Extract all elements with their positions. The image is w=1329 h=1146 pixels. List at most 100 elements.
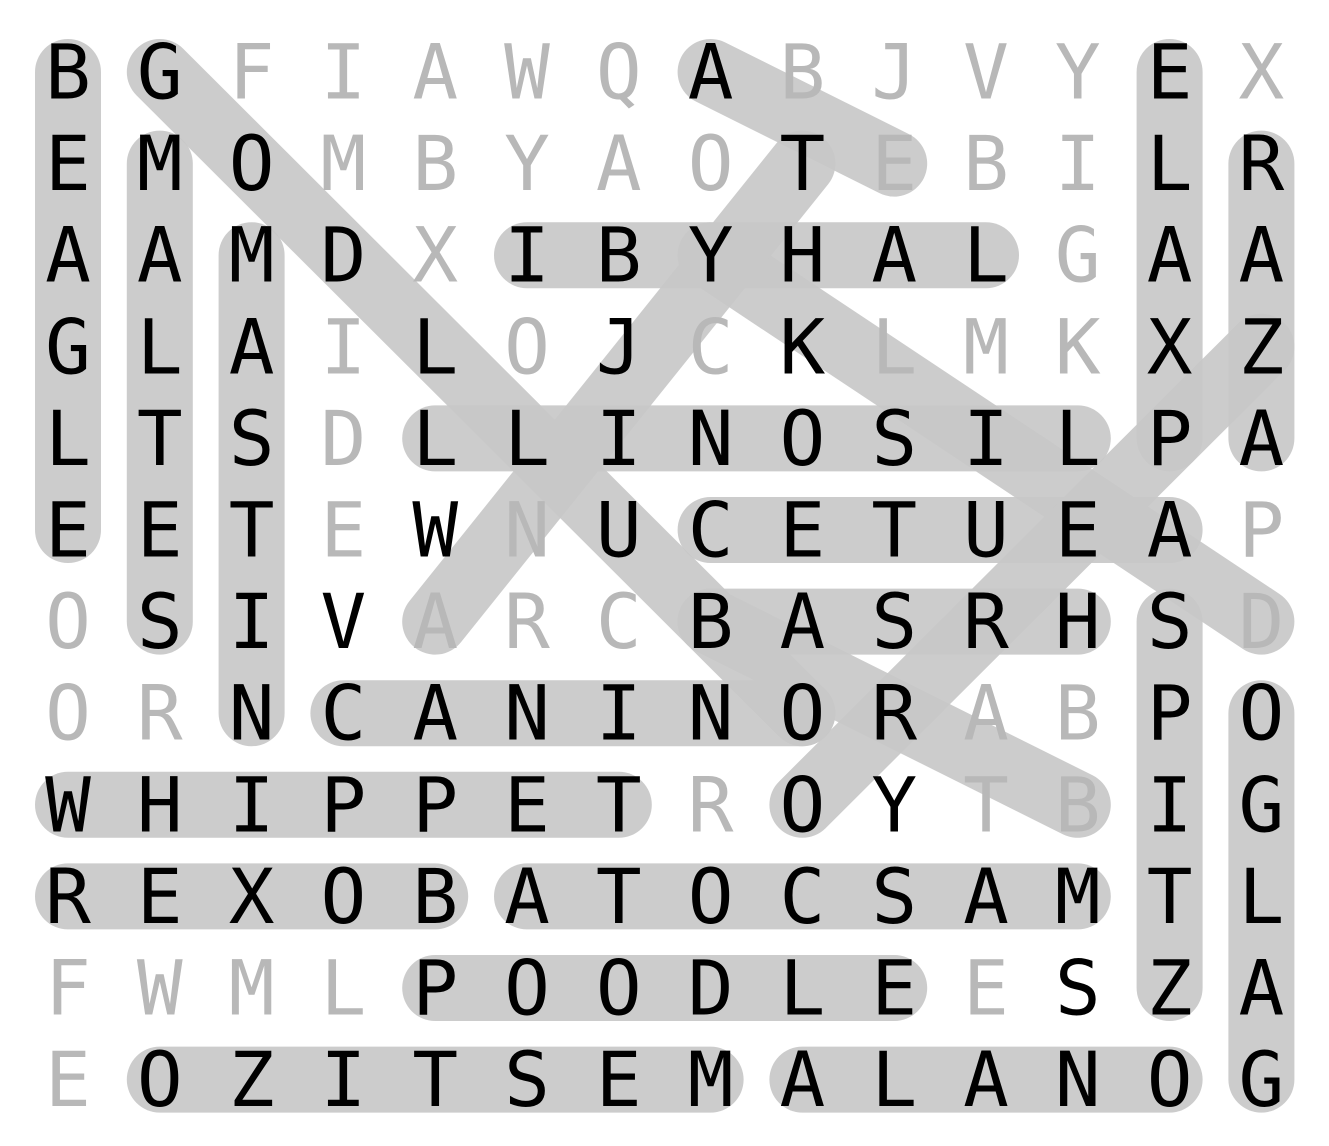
- grid-letter[interactable]: A: [412, 577, 458, 666]
- grid-letter[interactable]: T: [229, 486, 275, 575]
- grid-letter[interactable]: X: [412, 211, 458, 300]
- grid-letter[interactable]: A: [688, 28, 734, 117]
- grid-letter[interactable]: O: [1147, 1035, 1193, 1124]
- grid-letter[interactable]: R: [137, 669, 183, 758]
- grid-letter[interactable]: O: [688, 119, 734, 208]
- grid-letter[interactable]: O: [137, 1035, 183, 1124]
- grid-letter[interactable]: R: [45, 852, 91, 941]
- grid-letter[interactable]: S: [137, 577, 183, 666]
- grid-letter[interactable]: C: [321, 669, 367, 758]
- grid-letter[interactable]: E: [963, 944, 1009, 1033]
- grid-letter[interactable]: E: [871, 119, 917, 208]
- grid-letter[interactable]: O: [45, 577, 91, 666]
- grid-letter[interactable]: O: [780, 394, 826, 483]
- grid-letter[interactable]: A: [1239, 394, 1285, 483]
- grid-letter[interactable]: T: [1147, 852, 1193, 941]
- grid-letter[interactable]: E: [1147, 28, 1193, 117]
- grid-letter[interactable]: R: [1239, 119, 1285, 208]
- grid-letter[interactable]: H: [137, 760, 183, 849]
- grid-letter[interactable]: L: [1055, 394, 1101, 483]
- grid-letter[interactable]: A: [1239, 944, 1285, 1033]
- grid-letter[interactable]: B: [412, 852, 458, 941]
- grid-letter[interactable]: E: [596, 1035, 642, 1124]
- grid-letter[interactable]: L: [780, 944, 826, 1033]
- grid-letter[interactable]: O: [321, 852, 367, 941]
- grid-letter[interactable]: N: [1055, 1035, 1101, 1124]
- grid-letter[interactable]: I: [1055, 119, 1101, 208]
- grid-letter[interactable]: L: [321, 944, 367, 1033]
- grid-letter[interactable]: A: [780, 1035, 826, 1124]
- grid-letter[interactable]: O: [504, 302, 550, 391]
- grid-letter[interactable]: A: [871, 211, 917, 300]
- grid-letter[interactable]: Y: [688, 211, 734, 300]
- grid-letter[interactable]: I: [321, 1035, 367, 1124]
- grid-letter[interactable]: M: [137, 119, 183, 208]
- grid-letter[interactable]: P: [1147, 394, 1193, 483]
- grid-letter[interactable]: T: [963, 760, 1009, 849]
- grid-letter[interactable]: S: [871, 577, 917, 666]
- grid-letter[interactable]: M: [688, 1035, 734, 1124]
- grid-letter[interactable]: S: [229, 394, 275, 483]
- grid-letter[interactable]: T: [596, 760, 642, 849]
- grid-letter[interactable]: Y: [1055, 28, 1101, 117]
- grid-letter[interactable]: G: [1055, 211, 1101, 300]
- grid-letter[interactable]: I: [321, 28, 367, 117]
- grid-letter[interactable]: E: [321, 486, 367, 575]
- grid-letter[interactable]: P: [1147, 669, 1193, 758]
- grid-letter[interactable]: E: [780, 486, 826, 575]
- grid-letter[interactable]: O: [780, 760, 826, 849]
- grid-letter[interactable]: D: [321, 211, 367, 300]
- grid-letter[interactable]: A: [137, 211, 183, 300]
- grid-letter[interactable]: Y: [504, 119, 550, 208]
- grid-letter[interactable]: T: [412, 1035, 458, 1124]
- grid-letter[interactable]: L: [871, 302, 917, 391]
- grid-letter[interactable]: G: [45, 302, 91, 391]
- grid-letter[interactable]: G: [1239, 760, 1285, 849]
- grid-letter[interactable]: S: [1147, 577, 1193, 666]
- grid-letter[interactable]: E: [137, 852, 183, 941]
- grid-letter[interactable]: U: [963, 486, 1009, 575]
- grid-letter[interactable]: L: [504, 394, 550, 483]
- grid-letter[interactable]: B: [596, 211, 642, 300]
- grid-letter[interactable]: T: [596, 852, 642, 941]
- grid-letter[interactable]: T: [137, 394, 183, 483]
- grid-letter[interactable]: X: [229, 852, 275, 941]
- grid-letter[interactable]: Q: [596, 28, 642, 117]
- grid-letter[interactable]: A: [1239, 211, 1285, 300]
- grid-letter[interactable]: C: [596, 577, 642, 666]
- grid-letter[interactable]: S: [871, 852, 917, 941]
- grid-letter[interactable]: N: [688, 394, 734, 483]
- grid-letter[interactable]: W: [45, 760, 91, 849]
- grid-letter[interactable]: L: [1239, 852, 1285, 941]
- grid-letter[interactable]: P: [412, 944, 458, 1033]
- grid-letter[interactable]: Z: [229, 1035, 275, 1124]
- grid-letter[interactable]: L: [963, 211, 1009, 300]
- grid-letter[interactable]: T: [780, 119, 826, 208]
- grid-letter[interactable]: W: [504, 28, 550, 117]
- grid-letter[interactable]: N: [229, 669, 275, 758]
- grid-letter[interactable]: I: [504, 211, 550, 300]
- grid-letter[interactable]: G: [137, 28, 183, 117]
- grid-letter[interactable]: T: [871, 486, 917, 575]
- grid-letter[interactable]: O: [780, 669, 826, 758]
- grid-letter[interactable]: L: [137, 302, 183, 391]
- grid-letter[interactable]: I: [229, 577, 275, 666]
- grid-letter[interactable]: A: [229, 302, 275, 391]
- grid-letter[interactable]: R: [871, 669, 917, 758]
- grid-letter[interactable]: S: [871, 394, 917, 483]
- grid-letter[interactable]: V: [321, 577, 367, 666]
- grid-letter[interactable]: A: [596, 119, 642, 208]
- grid-letter[interactable]: X: [1239, 28, 1285, 117]
- grid-letter[interactable]: Z: [1147, 944, 1193, 1033]
- grid-letter[interactable]: L: [871, 1035, 917, 1124]
- grid-letter[interactable]: B: [1055, 760, 1101, 849]
- grid-letter[interactable]: J: [871, 28, 917, 117]
- grid-letter[interactable]: M: [1055, 852, 1101, 941]
- grid-letter[interactable]: O: [45, 669, 91, 758]
- grid-letter[interactable]: B: [45, 28, 91, 117]
- grid-letter[interactable]: I: [596, 669, 642, 758]
- grid-letter[interactable]: J: [596, 302, 642, 391]
- grid-letter[interactable]: N: [504, 486, 550, 575]
- grid-letter[interactable]: K: [780, 302, 826, 391]
- grid-letter[interactable]: B: [780, 28, 826, 117]
